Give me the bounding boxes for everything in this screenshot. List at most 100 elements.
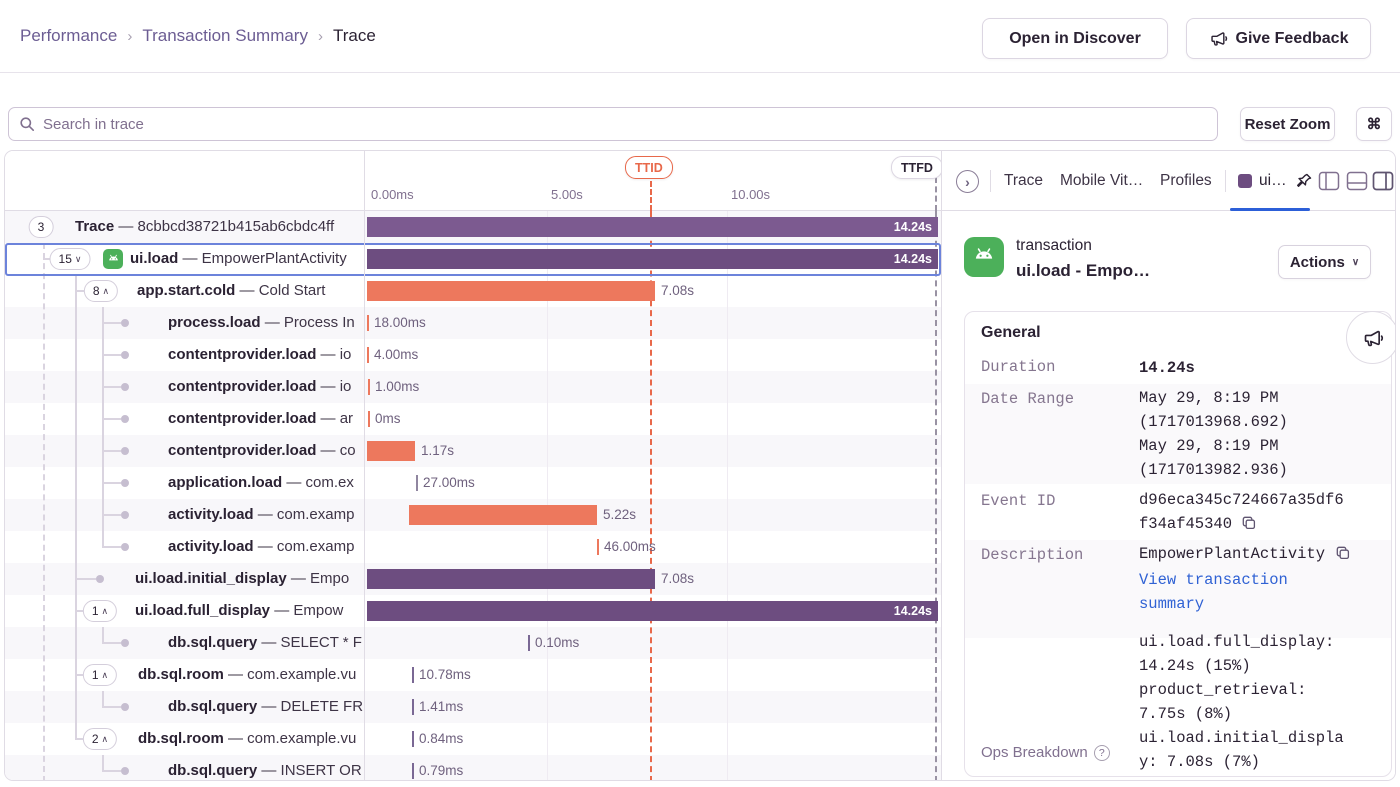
span-bar[interactable]: 14.24s xyxy=(367,249,938,269)
open-in-discover-label: Open in Discover xyxy=(1009,30,1141,48)
search-input[interactable] xyxy=(43,116,1207,133)
span-op: db.sql.query xyxy=(168,762,257,779)
divider xyxy=(990,170,991,192)
span-description: — com.ex xyxy=(282,474,354,491)
tab-trace[interactable]: Trace xyxy=(1004,151,1043,211)
view-transaction-summary-link[interactable]: View transaction summary xyxy=(1139,568,1288,616)
reset-zoom-button[interactable]: Reset Zoom xyxy=(1240,107,1335,141)
span-count-badge[interactable]: 8∧ xyxy=(84,280,118,302)
tab-ui-load-active[interactable]: ui… xyxy=(1238,151,1313,211)
trace-row[interactable]: 3 Trace — 8cbbcd38721b415ab6cbdc4ff xyxy=(5,211,364,243)
span-row-label: db.sql.query — DELETE FR xyxy=(168,691,363,723)
span-row-label: ui.load.initial_display — Empo xyxy=(135,563,349,595)
span-bar[interactable] xyxy=(367,441,415,461)
span-bar[interactable] xyxy=(367,569,655,589)
span-tick[interactable] xyxy=(367,315,369,331)
search-bar[interactable] xyxy=(8,107,1218,141)
span-duration-label: 7.08s xyxy=(661,275,694,307)
span-op: contentprovider.load xyxy=(168,378,316,395)
span-count-badge[interactable]: 1∧ xyxy=(83,664,117,686)
span-tick[interactable] xyxy=(412,699,414,715)
column-resizer[interactable] xyxy=(364,151,365,781)
trace-row[interactable]: db.sql.query — DELETE FR xyxy=(5,691,364,723)
span-description: — Cold Start xyxy=(235,282,325,299)
span-tick[interactable] xyxy=(367,347,369,363)
span-op: ui.load.initial_display xyxy=(135,570,287,587)
trace-row[interactable]: contentprovider.load — co xyxy=(5,435,364,467)
ttid-label: TTID xyxy=(635,161,663,175)
megaphone-icon xyxy=(1209,29,1228,48)
copy-icon[interactable] xyxy=(1335,545,1351,566)
span-op: db.sql.room xyxy=(138,730,224,747)
span-tick[interactable] xyxy=(416,475,418,491)
trace-row[interactable]: activity.load — com.examp xyxy=(5,531,364,563)
trace-row[interactable]: activity.load — com.examp xyxy=(5,499,364,531)
copy-icon[interactable] xyxy=(1241,515,1257,536)
span-op: app.start.cold xyxy=(137,282,235,299)
span-description: — SELECT * F xyxy=(257,634,362,651)
dock-right-icon[interactable] xyxy=(1372,171,1394,191)
shortcut-button[interactable]: ⌘ xyxy=(1356,107,1392,141)
tab-mobile-vitals[interactable]: Mobile Vit… xyxy=(1060,151,1143,211)
trace-row[interactable]: 1∧ui.load.full_display — Empow xyxy=(5,595,364,627)
span-count-badge[interactable]: 2∧ xyxy=(83,728,117,750)
feedback-floating-button[interactable] xyxy=(1346,311,1396,364)
span-description: — 8cbbcd38721b415ab6cbdc4ff xyxy=(114,218,334,235)
trace-row[interactable]: contentprovider.load — io xyxy=(5,371,364,403)
description-label: Description xyxy=(981,546,1083,564)
actions-button[interactable]: Actions ∨ xyxy=(1278,245,1371,279)
span-tick[interactable] xyxy=(412,763,414,779)
span-tick[interactable] xyxy=(368,411,370,427)
dock-bottom-icon[interactable] xyxy=(1346,171,1368,191)
span-count-badge[interactable]: 1∧ xyxy=(83,600,117,622)
trace-row[interactable]: 1∧db.sql.room — com.example.vu xyxy=(5,659,364,691)
span-op: application.load xyxy=(168,474,282,491)
span-tick[interactable] xyxy=(597,539,599,555)
span-bar[interactable] xyxy=(409,505,597,525)
dock-left-icon[interactable] xyxy=(1318,171,1340,191)
span-description: — Empo xyxy=(287,570,350,587)
span-duration-label: 0.10ms xyxy=(535,627,579,659)
date-range-value: May 29, 8:19 PM (1717013968.692) May 29,… xyxy=(1139,386,1288,482)
span-description: — INSERT OR xyxy=(257,762,361,779)
trace-row[interactable]: contentprovider.load — ar xyxy=(5,403,364,435)
open-in-discover-button[interactable]: Open in Discover xyxy=(982,18,1168,59)
collapse-panel-icon[interactable]: › xyxy=(956,170,979,193)
trace-row[interactable]: 15∨ui.load — EmpowerPlantActivity xyxy=(5,243,364,275)
ops-breakdown-text: Ops Breakdown xyxy=(981,744,1088,761)
megaphone-icon xyxy=(1362,327,1384,349)
tab-profiles[interactable]: Profiles xyxy=(1160,151,1212,211)
trace-row[interactable]: 8∧ app.start.cold — Cold Start xyxy=(5,275,364,307)
trace-row[interactable]: application.load — com.ex xyxy=(5,467,364,499)
trace-row[interactable]: ui.load.initial_display — Empo xyxy=(5,563,364,595)
span-tick[interactable] xyxy=(368,379,370,395)
ttid-marker[interactable]: TTID xyxy=(625,156,673,179)
breadcrumb-performance[interactable]: Performance xyxy=(20,26,117,46)
span-op: activity.load xyxy=(168,538,254,555)
span-op: Trace xyxy=(75,218,114,235)
span-tick[interactable] xyxy=(412,667,414,683)
span-row-label: process.load — Process In xyxy=(168,307,355,339)
give-feedback-button[interactable]: Give Feedback xyxy=(1186,18,1371,59)
pin-icon[interactable] xyxy=(1294,172,1313,191)
span-tick[interactable] xyxy=(412,731,414,747)
span-op: db.sql.query xyxy=(168,698,257,715)
breadcrumb-transaction-summary[interactable]: Transaction Summary xyxy=(142,26,308,46)
search-icon xyxy=(19,116,35,132)
trace-row[interactable]: process.load — Process In xyxy=(5,307,364,339)
span-count-badge[interactable]: 15∨ xyxy=(50,248,91,270)
span-row-label: db.sql.query — INSERT OR xyxy=(168,755,362,781)
help-icon[interactable]: ? xyxy=(1094,745,1110,761)
trace-row[interactable]: contentprovider.load — io xyxy=(5,339,364,371)
trace-row[interactable]: 2∧db.sql.room — com.example.vu xyxy=(5,723,364,755)
span-bar[interactable] xyxy=(367,281,655,301)
span-bar[interactable]: 14.24s xyxy=(367,217,938,237)
transaction-type-label: transaction xyxy=(1016,237,1092,255)
trace-row[interactable]: db.sql.query — INSERT OR xyxy=(5,755,364,781)
trace-row[interactable]: db.sql.query — SELECT * F xyxy=(5,627,364,659)
span-tick[interactable] xyxy=(528,635,530,651)
span-bar[interactable]: 14.24s xyxy=(367,601,938,621)
ttfd-marker[interactable]: TTFD xyxy=(891,156,943,179)
span-op: contentprovider.load xyxy=(168,410,316,427)
span-count-badge[interactable]: 3 xyxy=(29,216,54,238)
